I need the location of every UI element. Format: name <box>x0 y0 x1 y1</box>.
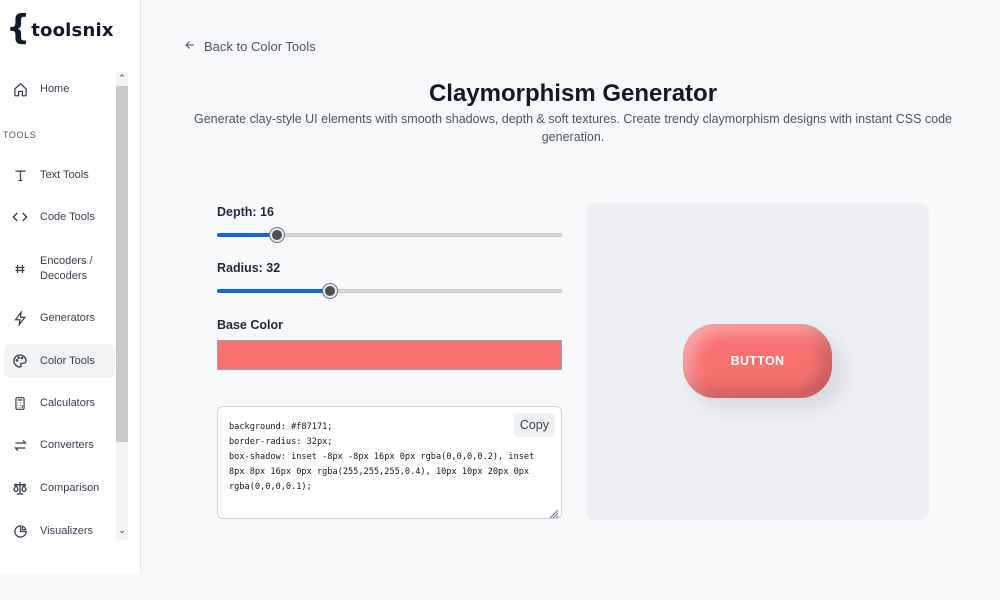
sidebar-item-visualizers[interactable]: Visualizers <box>4 514 115 548</box>
sidebar-item-code-tools[interactable]: Code Tools <box>4 200 115 234</box>
slider-fill <box>217 289 330 293</box>
sidebar-item-color-tools[interactable]: Color Tools <box>4 344 115 378</box>
text-icon <box>12 167 28 183</box>
copy-button[interactable]: Copy <box>513 413 555 437</box>
page-title: Claymorphism Generator <box>428 80 718 107</box>
sidebar-item-label: Visualizers <box>40 524 93 537</box>
binary-icon <box>12 261 28 277</box>
calculator-icon <box>12 395 28 411</box>
bolt-icon <box>12 310 28 326</box>
arrow-left-icon <box>184 39 196 54</box>
sidebar-item-label: Text Tools <box>40 168 89 181</box>
sidebar-item-generators[interactable]: Generators <box>4 301 115 335</box>
sidebar-item-label: Code Tools <box>40 210 95 223</box>
sidebar-item-label: Generators <box>40 311 96 324</box>
css-code-text[interactable]: background: #f87171; border-radius: 32px… <box>229 420 554 495</box>
clay-preview-button[interactable]: BUTTON <box>683 324 832 398</box>
section-label-tools: TOOLS <box>3 130 37 140</box>
pie-chart-icon <box>12 523 28 539</box>
sidebar-scroll-thumb[interactable] <box>116 86 128 442</box>
sidebar-item-label: Color Tools <box>40 354 95 367</box>
scroll-down-icon[interactable]: ⌄ <box>116 524 128 538</box>
back-link-label: Back to Color Tools <box>204 39 316 54</box>
sidebar-item-comparison[interactable]: Comparison <box>4 471 115 505</box>
sidebar-item-label: Comparison <box>40 481 100 494</box>
slider-thumb[interactable] <box>270 228 284 242</box>
scale-icon <box>12 480 28 496</box>
radius-label: Radius: 32 <box>217 261 281 275</box>
page-subtitle: Generate clay-style UI elements with smo… <box>194 112 952 144</box>
logo-brace: { <box>6 8 31 48</box>
depth-label: Depth: 16 <box>217 205 274 219</box>
sidebar-item-text-tools[interactable]: Text Tools <box>4 158 115 192</box>
slider-fill <box>217 233 277 237</box>
preview-panel: BUTTON <box>586 203 929 520</box>
palette-icon <box>12 353 28 369</box>
base-color-label: Base Color <box>217 318 283 332</box>
slider-thumb[interactable] <box>323 284 337 298</box>
back-link[interactable]: Back to Color Tools <box>184 39 316 54</box>
logo-text: toolsnix <box>31 19 114 41</box>
sidebar-item-label: Calculators <box>40 396 96 409</box>
sidebar-item-label: Converters <box>40 438 94 451</box>
depth-slider[interactable] <box>217 227 562 243</box>
brand-logo[interactable]: { toolsnix <box>6 10 114 50</box>
code-icon <box>12 209 28 225</box>
resize-grip-icon[interactable] <box>549 506 559 519</box>
sidebar-item-converters[interactable]: Converters <box>4 428 115 462</box>
sidebar-item-encoders-decoders[interactable]: Encoders / Decoders <box>4 250 115 288</box>
sidebar-item-label: Encoders / Decoders <box>40 255 93 282</box>
radius-slider[interactable] <box>217 283 562 299</box>
swap-icon <box>12 437 28 453</box>
css-code-output[interactable]: background: #f87171; border-radius: 32px… <box>217 406 562 519</box>
base-color-picker[interactable] <box>217 340 562 370</box>
page-title-wrap: Claymorphism Generator <box>0 80 1000 108</box>
sidebar-item-calculators[interactable]: Calculators <box>4 386 115 420</box>
